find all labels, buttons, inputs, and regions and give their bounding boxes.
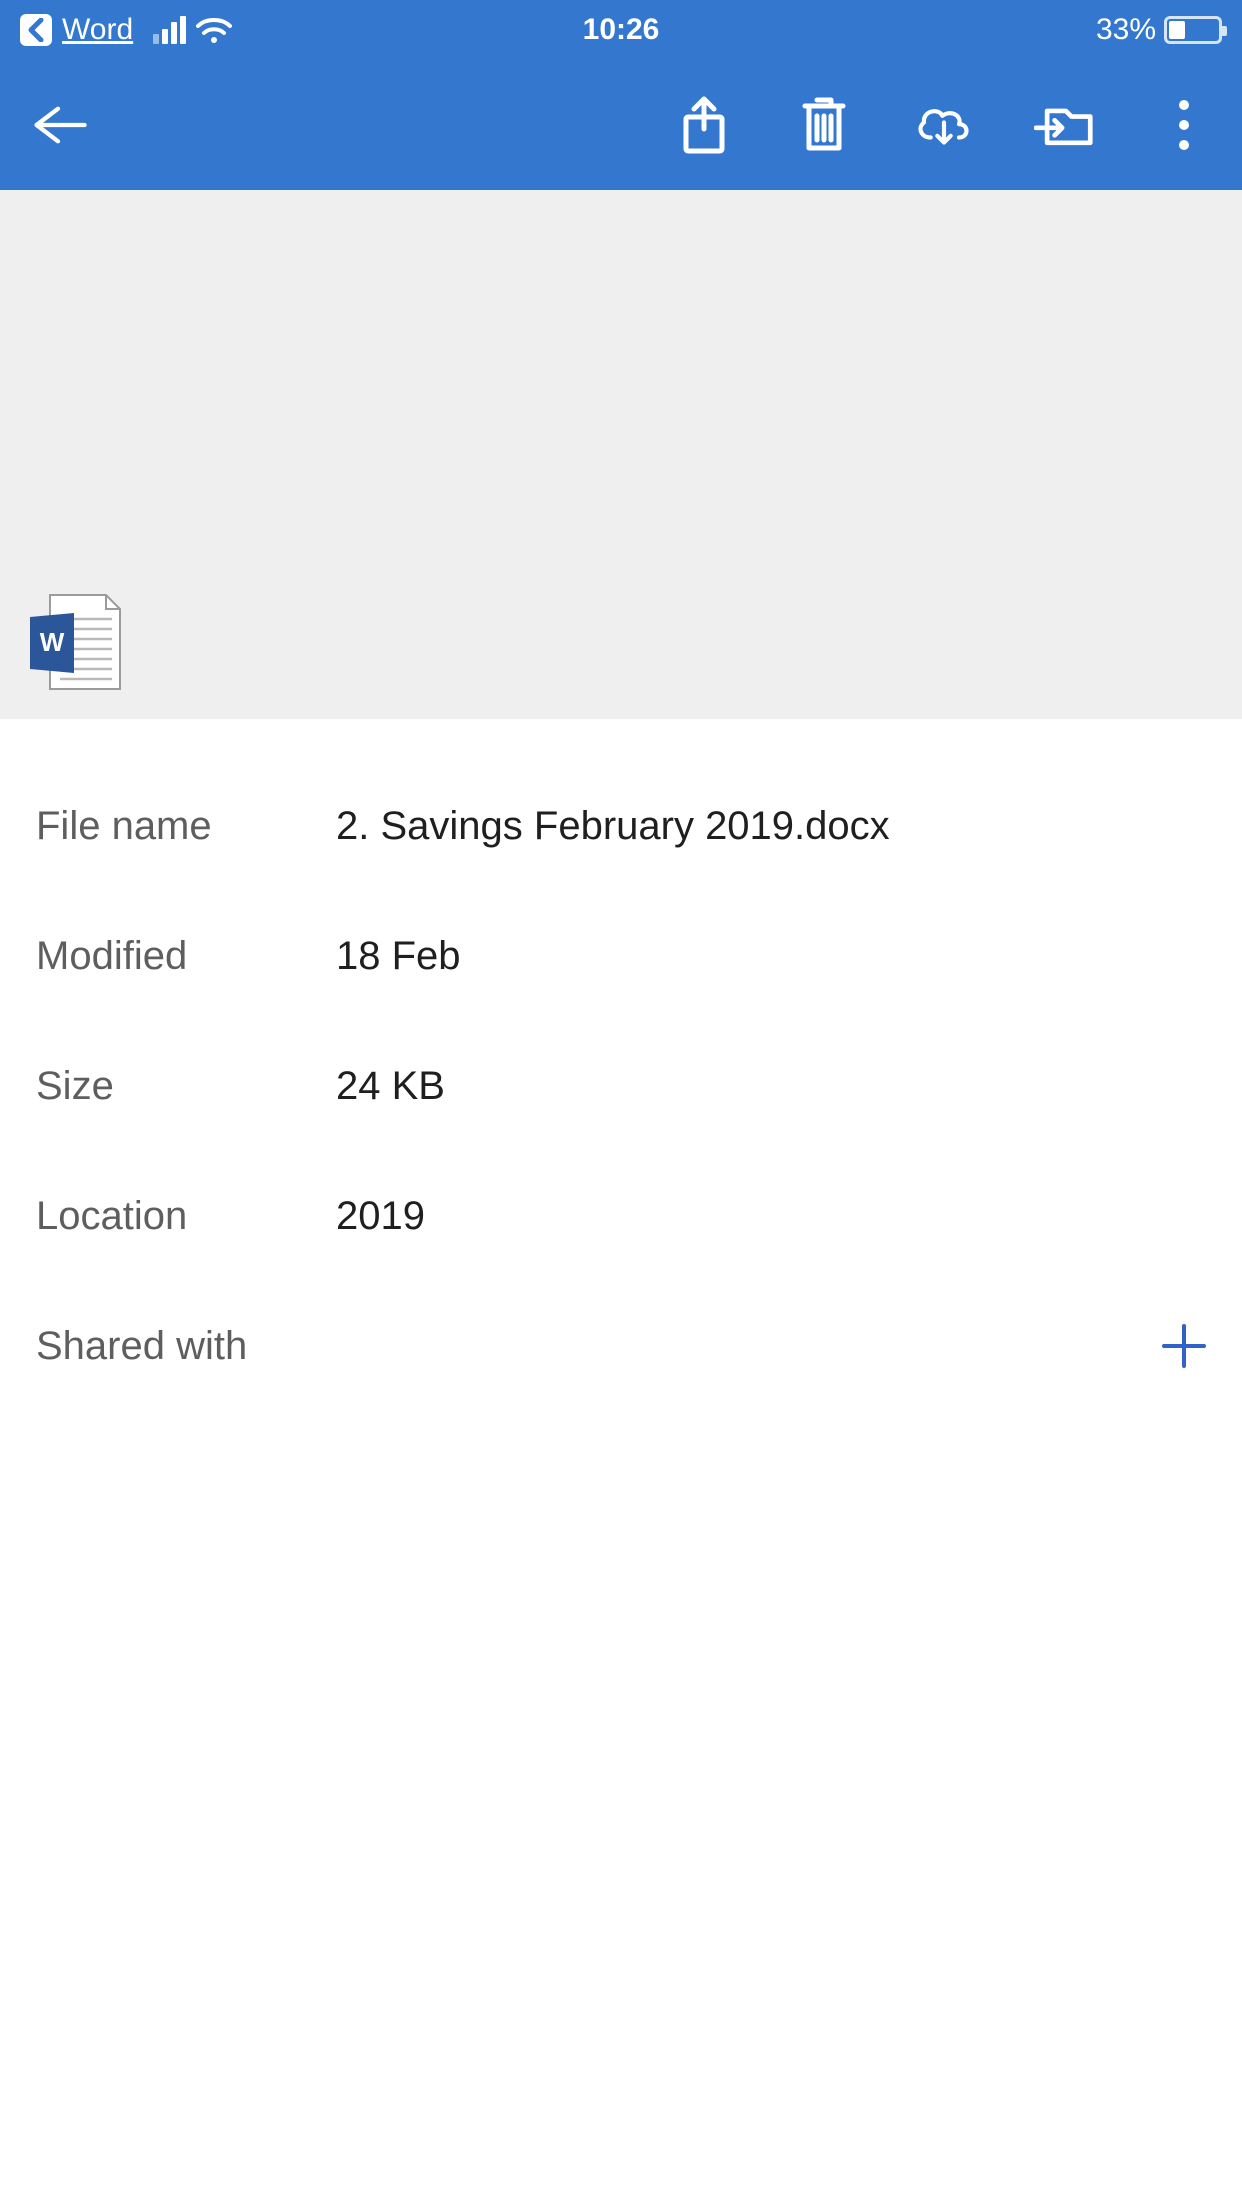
more-button[interactable] [1154, 95, 1214, 155]
status-bar: Word 10:26 33% [0, 0, 1242, 60]
detail-value-size: 24 KB [336, 1064, 1206, 1109]
detail-value-filename: 2. Savings February 2019.docx [336, 804, 1206, 849]
detail-label: Size [36, 1064, 336, 1109]
status-right: 33% [1096, 13, 1222, 47]
share-button[interactable] [674, 95, 734, 155]
plus-icon [1162, 1324, 1206, 1368]
move-to-folder-icon [1034, 100, 1094, 150]
wifi-icon [196, 16, 232, 44]
detail-row-size: Size 24 KB [36, 1021, 1206, 1151]
word-document-icon: W [28, 593, 124, 693]
battery-percent: 33% [1096, 13, 1156, 47]
battery-icon [1164, 16, 1222, 44]
detail-row-filename: File name 2. Savings February 2019.docx [36, 761, 1206, 891]
trash-icon [799, 96, 849, 154]
toolbar [0, 60, 1242, 190]
status-time: 10:26 [583, 13, 660, 47]
detail-row-sharedwith: Shared with [36, 1281, 1206, 1411]
detail-label: Location [36, 1194, 336, 1239]
detail-row-modified: Modified 18 Feb [36, 891, 1206, 1021]
file-preview-area: W [0, 190, 1242, 719]
file-details: File name 2. Savings February 2019.docx … [0, 719, 1242, 1411]
detail-label: File name [36, 804, 336, 849]
detail-label: Shared with [36, 1324, 336, 1369]
back-to-app-badge[interactable] [20, 14, 52, 46]
cellular-signal-icon [153, 16, 186, 44]
status-left: Word [20, 13, 232, 47]
download-button[interactable] [914, 95, 974, 155]
cloud-download-icon [914, 100, 974, 150]
detail-row-location: Location 2019 [36, 1151, 1206, 1281]
detail-label: Modified [36, 934, 336, 979]
back-button[interactable] [28, 95, 88, 155]
more-vertical-icon [1178, 99, 1190, 151]
svg-text:W: W [40, 627, 65, 657]
move-button[interactable] [1034, 95, 1094, 155]
detail-value-location: 2019 [336, 1194, 1206, 1239]
detail-value-modified: 18 Feb [336, 934, 1206, 979]
back-to-app-label[interactable]: Word [62, 13, 133, 47]
add-share-button[interactable] [1162, 1324, 1206, 1368]
delete-button[interactable] [794, 95, 854, 155]
share-icon [680, 95, 728, 155]
